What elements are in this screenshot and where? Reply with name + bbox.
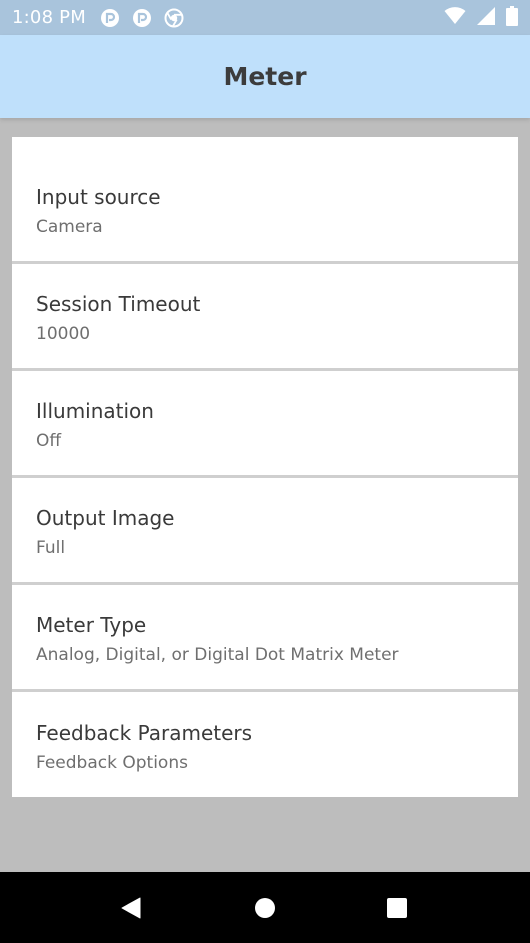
page-title: Meter <box>223 62 307 91</box>
setting-title: Session Timeout <box>36 292 201 316</box>
setting-title: Output Image <box>36 506 175 530</box>
chrome-icon <box>164 8 184 28</box>
settings-list: Input source Camera Session Timeout 1000… <box>12 137 518 797</box>
setting-output-image[interactable]: Output Image Full <box>12 478 518 585</box>
setting-value: Full <box>36 538 66 558</box>
back-icon[interactable] <box>119 896 143 924</box>
recents-icon[interactable] <box>386 897 408 923</box>
setting-input-source[interactable]: Input source Camera <box>12 137 518 264</box>
app-bar: Meter <box>0 35 530 118</box>
setting-value: Camera <box>36 217 103 237</box>
setting-value: Off <box>36 431 62 451</box>
battery-icon <box>506 5 518 30</box>
network-label: 4 <box>479 5 486 17</box>
setting-title: Feedback Parameters <box>36 721 253 745</box>
setting-session-timeout[interactable]: Session Timeout 10000 <box>12 264 518 371</box>
setting-feedback-parameters[interactable]: Feedback Parameters Feedback Options <box>12 692 518 797</box>
setting-value: Analog, Digital, or Digital Dot Matrix M… <box>36 645 399 665</box>
notification-icons <box>100 8 184 28</box>
wifi-icon <box>444 6 466 29</box>
signal-icon: 4 <box>476 6 496 30</box>
setting-value: Feedback Options <box>36 753 188 773</box>
setting-title: Meter Type <box>36 613 147 637</box>
navigation-bar <box>0 872 530 943</box>
status-time: 1:08 PM <box>12 7 86 28</box>
status-bar: 1:08 PM 4 <box>0 0 530 35</box>
setting-meter-type[interactable]: Meter Type Analog, Digital, or Digital D… <box>12 585 518 692</box>
setting-title: Input source <box>36 185 161 209</box>
pocket-casts-icon <box>132 8 152 28</box>
setting-value: 10000 <box>36 324 91 344</box>
setting-illumination[interactable]: Illumination Off <box>12 371 518 478</box>
setting-title: Illumination <box>36 399 154 423</box>
pocket-casts-icon <box>100 8 120 28</box>
system-icons: 4 <box>444 5 518 30</box>
home-icon[interactable] <box>254 897 276 923</box>
